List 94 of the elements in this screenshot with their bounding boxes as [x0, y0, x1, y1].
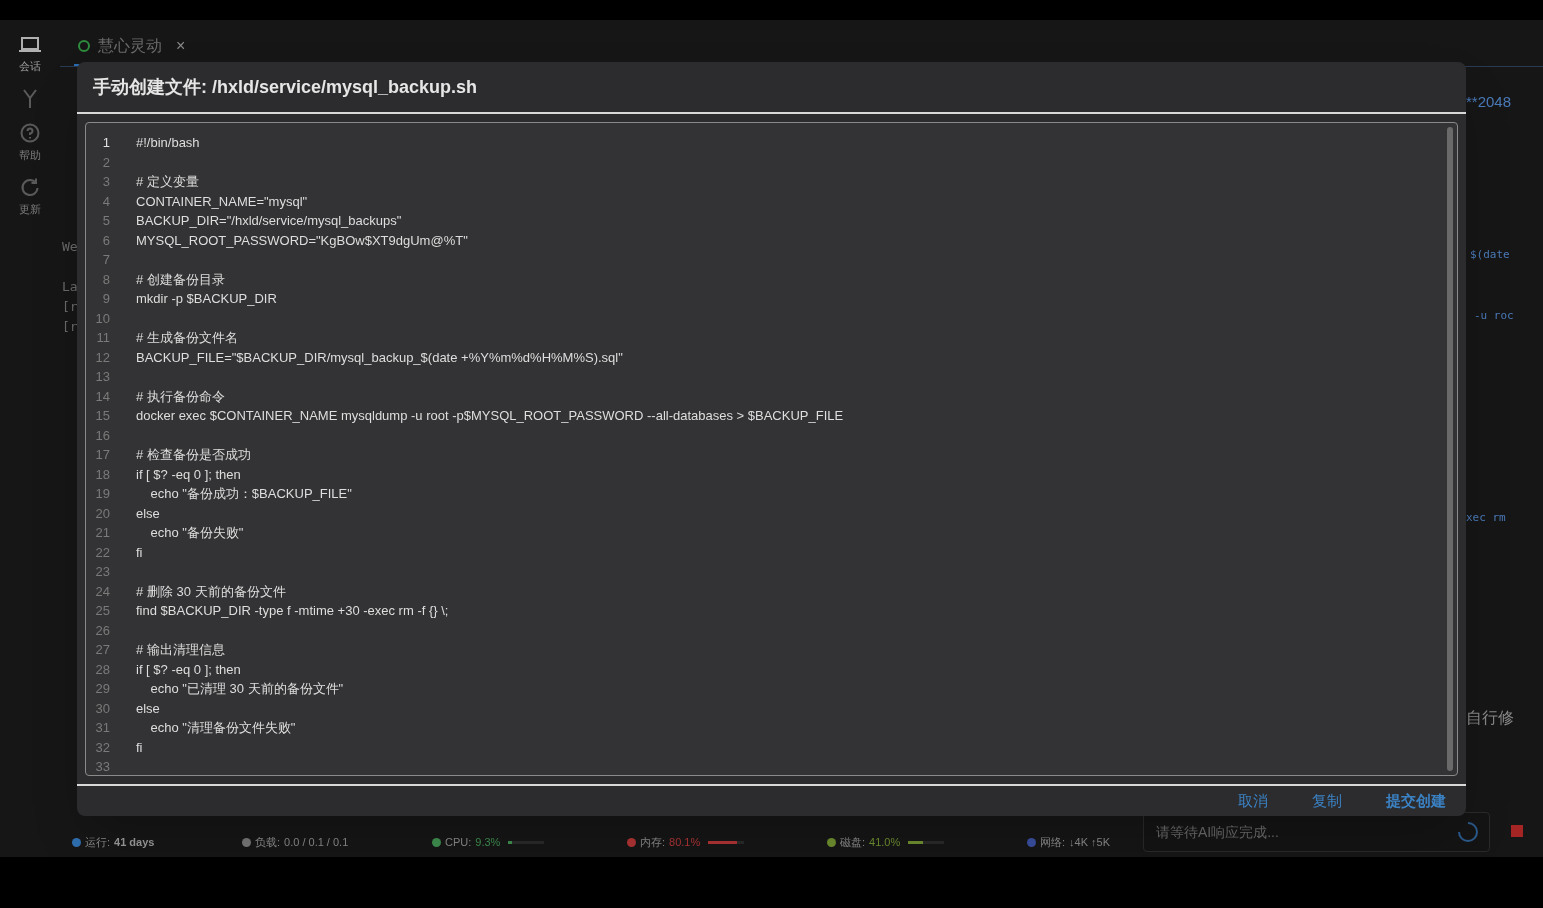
sidebar-item[interactable]: 会话 [5, 36, 55, 75]
terminal-text: [r [62, 318, 78, 336]
status-value: 41 days [114, 834, 155, 850]
line-number: 25 [94, 602, 110, 620]
status-label: 磁盘: [840, 834, 866, 850]
code-line: echo "备份成功：$BACKUP_FILE" [149, 485, 352, 503]
dialog-title: 手动创建文件: /hxld/service/mysql_backup.sh [93, 75, 478, 99]
line-number: 20 [94, 504, 110, 523]
code-line: # 删除 30 天前的备份文件 [136, 582, 286, 601]
terminal-text: $(date [1470, 247, 1510, 263]
line-number: 33 [94, 758, 110, 775]
line-number: 14 [94, 387, 110, 406]
line-number: 32 [94, 738, 110, 757]
sidebar-item[interactable]: 更新 [5, 177, 55, 218]
line-number: 2 [101, 153, 110, 172]
line-number: 13 [94, 368, 110, 386]
loading-spinner-icon [1458, 822, 1478, 842]
line-number: 12 [94, 348, 110, 367]
line-number: 17 [94, 446, 110, 464]
code-line: find $BACKUP_DIR -type f -mtime +30 -exec rm -f {} \; [136, 602, 449, 620]
dialog-button[interactable]: 提交创建 [1386, 789, 1446, 813]
line-number: 28 [94, 660, 110, 679]
line-number: 15 [94, 407, 110, 425]
status-value: 9.3% [475, 834, 501, 850]
code-line: # 创建备份目录 [136, 270, 225, 289]
chat-input[interactable]: 请等待AI响应完成... [1143, 812, 1490, 852]
code-line: echo "已清理 30 天前的备份文件" [149, 680, 344, 698]
terminal-text: -u roc [1474, 308, 1514, 324]
line-number: 4 [101, 192, 110, 211]
dialog-button[interactable]: 取消 [1238, 789, 1268, 813]
line-number: 21 [94, 524, 110, 542]
line-number: 27 [94, 641, 110, 659]
laptop-icon [19, 36, 41, 54]
line-number: 19 [94, 485, 110, 503]
status-label: 网络: [1040, 834, 1066, 850]
code-line: BACKUP_FILE="$BACKUP_DIR/mysql_backup_$(date +%Y%m%d%H%M%S).sql" [136, 348, 623, 367]
terminal-text: 自行修 [1466, 708, 1514, 728]
fork-icon [22, 88, 38, 109]
line-number: 31 [94, 719, 110, 737]
code-line: # 输出清理信息 [136, 641, 225, 659]
status-value: 80.1% [669, 834, 701, 850]
code-line: mkdir -p $BACKUP_DIR [136, 290, 277, 308]
status-label: 运行: [85, 834, 111, 850]
line-number: 6 [101, 231, 110, 250]
dialog-button[interactable]: 复制 [1312, 789, 1342, 813]
status-label: 负载: [255, 834, 281, 850]
code-line: else [136, 699, 160, 718]
line-number: 11 [95, 329, 110, 347]
code-line: #!/bin/bash [136, 134, 200, 152]
code-line: echo "清理备份文件失败" [149, 719, 296, 737]
terminal-text: La [62, 278, 78, 296]
code-line: if [ $? -eq 0 ]; then [136, 465, 241, 484]
line-number: 18 [94, 465, 110, 484]
code-line: fi [136, 543, 143, 562]
status-value: ↓4K ↑5K [1069, 834, 1111, 850]
line-number: 5 [101, 212, 110, 230]
line-number: 30 [94, 699, 110, 718]
code-line: if [ $? -eq 0 ]; then [136, 660, 241, 679]
terminal-text: We [62, 238, 78, 256]
line-number: 3 [101, 173, 110, 191]
line-number: 26 [94, 621, 110, 640]
line-number: 9 [101, 290, 110, 308]
scrollbar-thumb[interactable] [1447, 127, 1453, 771]
status-label: 内存: [640, 834, 666, 850]
line-number: 8 [101, 270, 110, 289]
refresh-icon [20, 177, 40, 197]
terminal-text: [r [62, 298, 78, 316]
code-line: # 检查备份是否成功 [136, 446, 251, 464]
sidebar-item[interactable]: 帮助 [5, 122, 55, 163]
code-line: fi [136, 738, 143, 757]
code-line: # 执行备份命令 [136, 387, 225, 406]
line-number: 16 [94, 426, 110, 445]
line-number: 22 [94, 543, 110, 562]
status-value: 0.0 / 0.1 / 0.1 [284, 834, 349, 850]
code-line: echo "备份失败" [149, 524, 244, 542]
code-line: else [136, 504, 160, 523]
close-icon[interactable]: × [176, 34, 186, 58]
code-line: MYSQL_ROOT_PASSWORD="KgBOw$XT9dgUm@%T" [136, 231, 468, 250]
line-number: 23 [94, 563, 110, 581]
code-line: CONTAINER_NAME="mysql" [136, 192, 308, 211]
line-number: 1 [101, 134, 110, 152]
line-number: 7 [101, 251, 110, 269]
terminal-text: xec rm [1466, 510, 1506, 526]
status-label: CPU: [445, 834, 472, 850]
code-line: docker exec $CONTAINER_NAME mysqldump -u root -p$MYSQL_ROOT_PASSWORD --all-databases > $BACKUP_FILE [136, 407, 844, 425]
line-number: 29 [94, 680, 110, 698]
line-number: 24 [94, 582, 110, 601]
help-icon [20, 122, 40, 143]
code-line: BACKUP_DIR="/hxld/service/mysql_backups" [136, 212, 402, 230]
terminal-text: **2048 [1466, 92, 1512, 112]
line-number: 10 [94, 309, 110, 328]
status-value: 41.0% [869, 834, 901, 850]
code-line: # 生成备份文件名 [136, 329, 238, 347]
code-line: # 定义变量 [136, 173, 199, 191]
